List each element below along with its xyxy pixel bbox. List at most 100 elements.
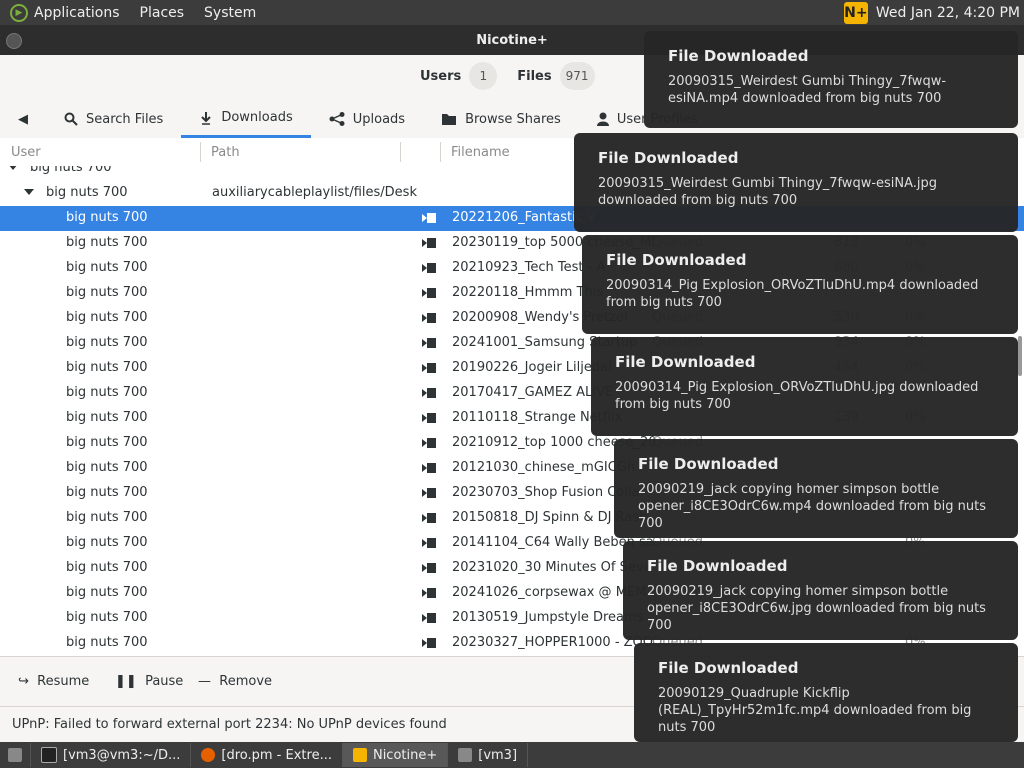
row-user: big nuts 700 bbox=[66, 310, 148, 325]
row-user: big nuts 700 bbox=[66, 285, 148, 300]
taskbar-label: [dro.pm - Extre... bbox=[221, 747, 332, 763]
row-user: big nuts 700 bbox=[66, 210, 148, 225]
row-user: big nuts 700 bbox=[66, 460, 148, 475]
notification-body: 20090315_Weirdest Gumbi Thingy_7fwqw-esi… bbox=[598, 176, 938, 208]
remove-button[interactable]: — Remove bbox=[198, 674, 272, 689]
video-file-icon bbox=[422, 388, 436, 398]
video-file-icon bbox=[422, 213, 436, 223]
tab-label: Search Files bbox=[86, 111, 164, 127]
video-file-icon bbox=[422, 313, 436, 323]
show-desktop-button[interactable] bbox=[0, 743, 31, 767]
files-count: 971 bbox=[559, 62, 595, 90]
taskbar-item-terminal[interactable]: [vm3@vm3:~/D... bbox=[31, 743, 192, 767]
row-user: big nuts 700 bbox=[66, 360, 148, 375]
notification-title: File Downloaded bbox=[647, 557, 788, 575]
expander-icon[interactable] bbox=[24, 189, 34, 195]
menu-system[interactable]: System bbox=[204, 5, 256, 21]
video-file-icon bbox=[422, 238, 436, 248]
taskbar-label: [vm3@vm3:~/D... bbox=[63, 747, 181, 763]
tab-browse-shares[interactable]: Browse Shares bbox=[423, 100, 579, 138]
resume-icon: ↪ bbox=[18, 674, 29, 689]
folder-icon bbox=[442, 114, 457, 125]
row-filename: 20220118_Hmmm This bbox=[452, 285, 604, 300]
download-notification[interactable]: File Downloaded 20090219_jack copying hom… bbox=[623, 541, 1018, 640]
clock[interactable]: Wed Jan 22, 4:20 PM bbox=[876, 5, 1020, 21]
system-logo-icon[interactable]: ▶ bbox=[10, 3, 28, 22]
system-top-bar: ▶ Applications Places System N+ Wed Jan … bbox=[0, 0, 1024, 25]
row-user: big nuts 700 bbox=[66, 610, 148, 625]
row-user: big nuts 700 bbox=[66, 560, 148, 575]
resume-button[interactable]: ↪ Resume bbox=[18, 674, 89, 689]
download-notification[interactable]: File Downloaded 20090219_jack copying hom… bbox=[614, 439, 1018, 538]
row-user: big nuts 700 bbox=[66, 535, 148, 550]
row-user: big nuts 700 bbox=[66, 235, 148, 250]
notification-title: File Downloaded bbox=[606, 251, 747, 269]
taskbar-label: Nicotine+ bbox=[372, 747, 438, 763]
taskbar: [vm3@vm3:~/D... [dro.pm - Extre... Nicot… bbox=[0, 742, 1024, 768]
menu-applications[interactable]: Applications bbox=[34, 5, 120, 21]
video-file-icon bbox=[422, 438, 436, 448]
root-user: big nuts 700 bbox=[30, 166, 112, 175]
pause-button[interactable]: ❚❚ Pause bbox=[115, 674, 183, 689]
window-title: Nicotine+ bbox=[476, 32, 548, 48]
column-path[interactable]: Path bbox=[211, 145, 240, 160]
column-filename[interactable]: Filename bbox=[451, 145, 510, 160]
video-file-icon bbox=[422, 563, 436, 573]
nicotine-tray-icon[interactable]: N+ bbox=[843, 1, 868, 24]
window-menu-icon[interactable] bbox=[6, 33, 22, 49]
row-filename: 20170417_GAMEZ ALIVE bbox=[452, 385, 614, 400]
notification-title: File Downloaded bbox=[615, 353, 756, 371]
terminal-icon bbox=[41, 747, 57, 763]
column-separator[interactable] bbox=[440, 142, 441, 162]
row-user: big nuts 700 bbox=[66, 635, 148, 650]
expander-icon[interactable] bbox=[8, 166, 18, 170]
row-user: big nuts 700 bbox=[66, 260, 148, 275]
tabs-scroll-left[interactable]: ◀ bbox=[0, 100, 46, 138]
search-icon bbox=[64, 112, 78, 126]
column-separator[interactable] bbox=[400, 142, 401, 162]
video-file-icon bbox=[422, 513, 436, 523]
tab-search-files[interactable]: Search Files bbox=[46, 100, 181, 138]
row-filename: 20230703_Shop Fusion Colla bbox=[452, 485, 640, 500]
desktop-icon bbox=[8, 748, 22, 762]
folder-icon bbox=[458, 748, 473, 762]
notification-title: File Downloaded bbox=[668, 47, 809, 65]
notification-body: 20090314_Pig Explosion_ORVoZTluDhU.jpg d… bbox=[615, 380, 979, 412]
video-file-icon bbox=[422, 463, 436, 473]
pause-label: Pause bbox=[145, 674, 184, 689]
notification-title: File Downloaded bbox=[658, 659, 799, 677]
taskbar-item-files[interactable]: [vm3] bbox=[448, 743, 529, 767]
row-user: big nuts 700 bbox=[66, 385, 148, 400]
download-notification[interactable]: File Downloaded 20090129_Quadruple Kickfl… bbox=[634, 643, 1018, 742]
download-notification[interactable]: File Downloaded 20090314_Pig Explosion_OR… bbox=[582, 235, 1018, 334]
row-user: big nuts 700 bbox=[66, 435, 148, 450]
notification-body: 20090219_jack copying homer simpson bott… bbox=[647, 584, 986, 633]
taskbar-item-nicotine[interactable]: Nicotine+ bbox=[342, 743, 449, 767]
taskbar-item-firefox[interactable]: [dro.pm - Extre... bbox=[191, 743, 343, 767]
remove-label: Remove bbox=[219, 674, 273, 689]
row-filename: 20241026_corpsewax @ MEM bbox=[452, 585, 647, 600]
tab-uploads[interactable]: Uploads bbox=[311, 100, 423, 138]
menu-places[interactable]: Places bbox=[140, 5, 185, 21]
column-user[interactable]: User bbox=[11, 145, 41, 160]
video-file-icon bbox=[422, 263, 436, 273]
column-separator[interactable] bbox=[200, 142, 201, 162]
row-user: big nuts 700 bbox=[66, 510, 148, 525]
tab-downloads[interactable]: Downloads bbox=[181, 100, 311, 138]
download-notification[interactable]: File Downloaded 20090314_Pig Explosion_OR… bbox=[591, 337, 1018, 436]
group-user: big nuts 700 bbox=[46, 185, 128, 200]
notification-body: 20090129_Quadruple Kickflip (REAL)_TpyHr… bbox=[658, 686, 972, 735]
pause-icon: ❚❚ bbox=[115, 674, 137, 689]
row-filename: 20230327_HOPPER1000 - ZOO bbox=[452, 635, 654, 650]
download-notification[interactable]: File Downloaded 20090315_Weirdest Gumbi T… bbox=[574, 133, 1018, 232]
nicotine-icon bbox=[352, 748, 367, 762]
notification-body: 20090315_Weirdest Gumbi Thingy_7fwqw-esi… bbox=[668, 74, 947, 106]
status-message: UPnP: Failed to forward external port 22… bbox=[12, 717, 447, 732]
notification-title: File Downloaded bbox=[638, 455, 779, 473]
row-user: big nuts 700 bbox=[66, 585, 148, 600]
video-file-icon bbox=[422, 288, 436, 298]
row-user: big nuts 700 bbox=[66, 485, 148, 500]
video-file-icon bbox=[422, 488, 436, 498]
row-filename: 20130519_Jumpstyle Dreams bbox=[452, 610, 644, 625]
download-notification[interactable]: File Downloaded 20090315_Weirdest Gumbi T… bbox=[644, 31, 1018, 128]
